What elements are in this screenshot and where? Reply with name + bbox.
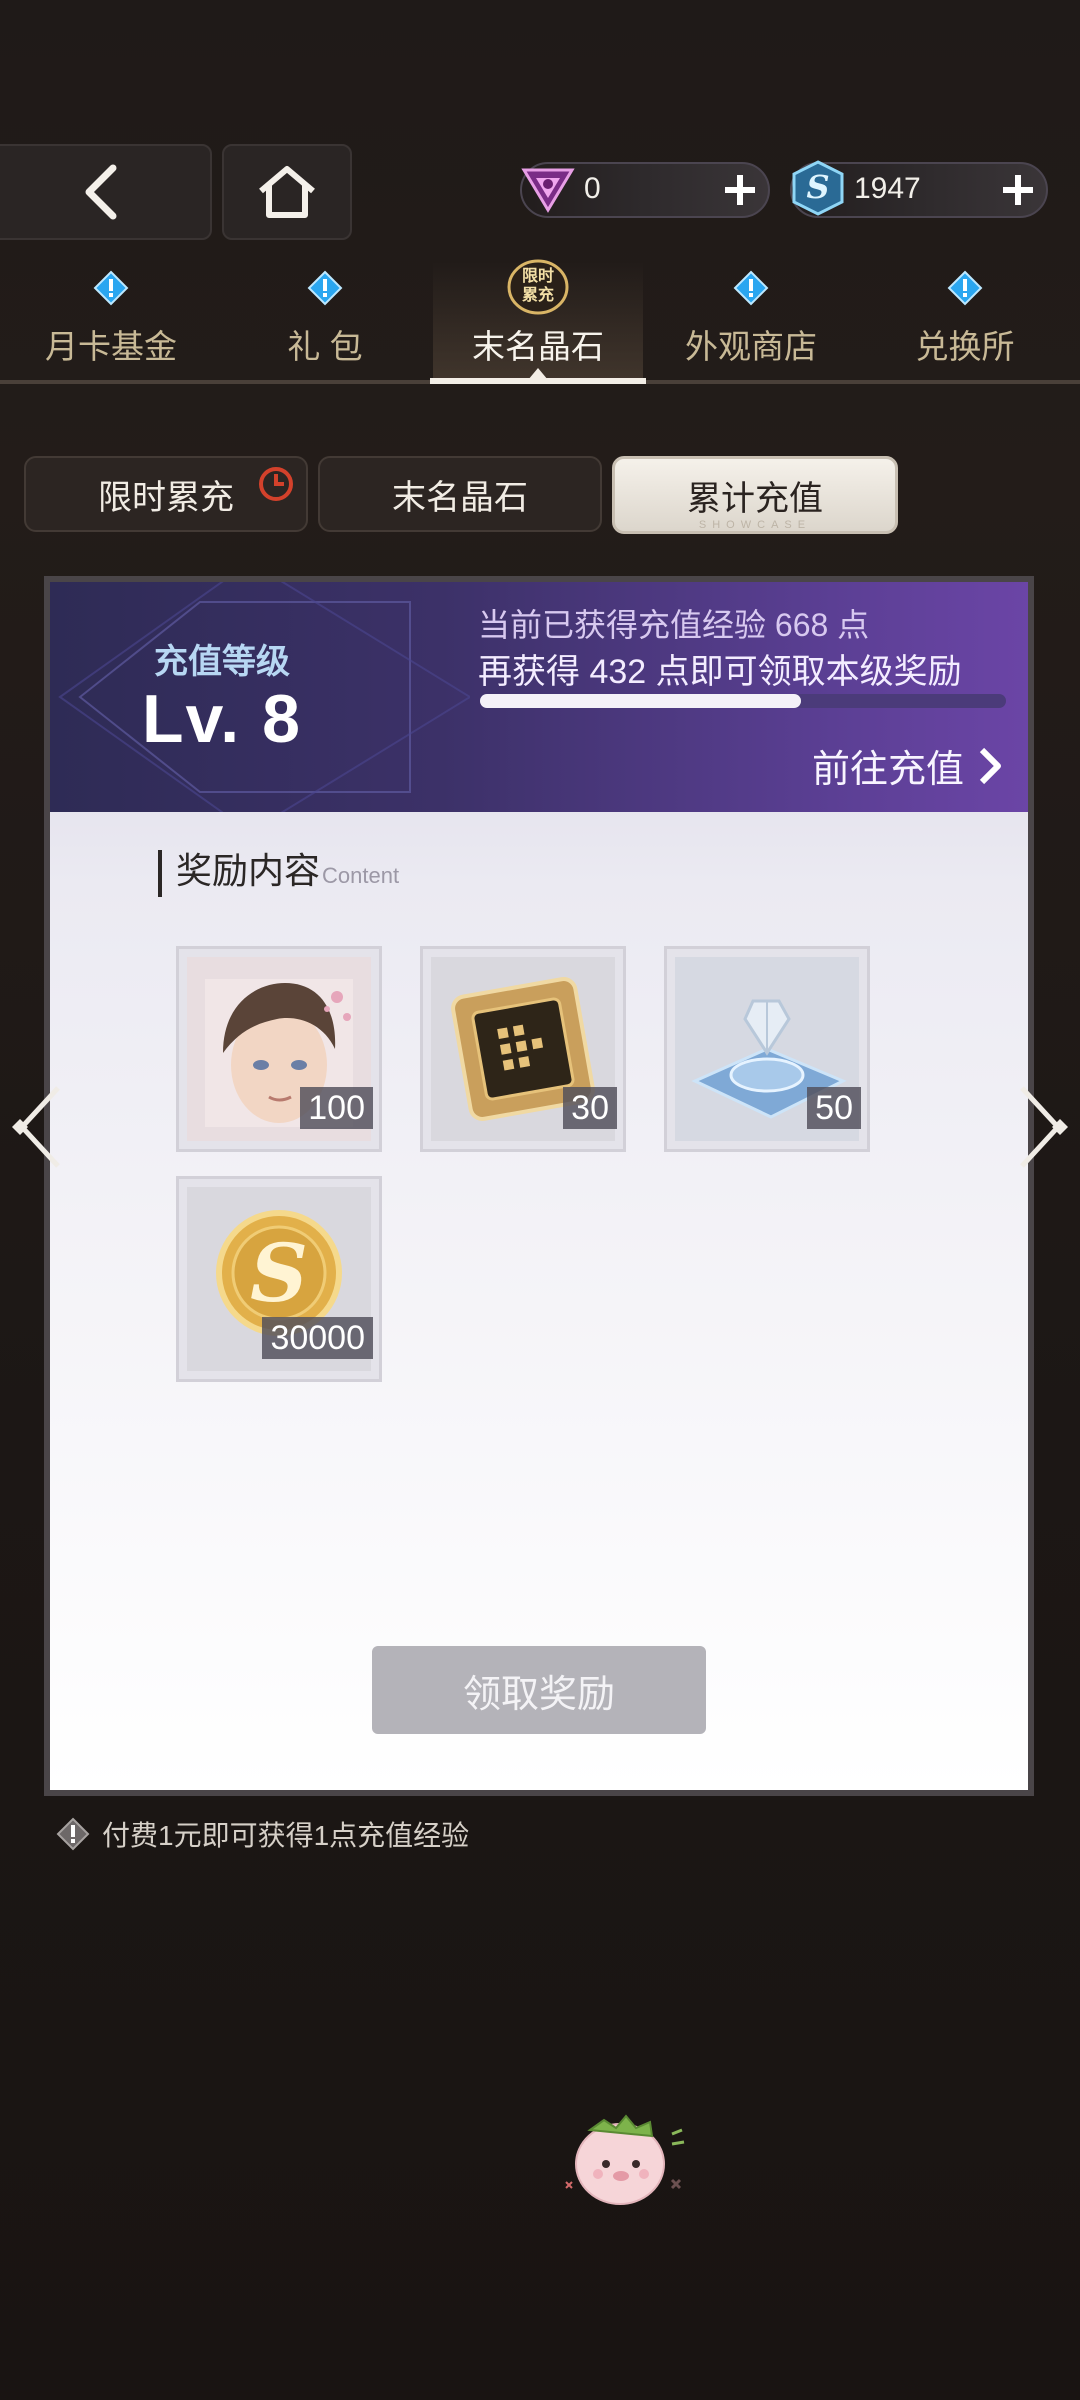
recharge-level-card: 充值等级 Lv. 8 当前已获得充值经验 668 点 再获得 432 点即可领取…	[44, 576, 1034, 1796]
current-exp-text: 当前已获得充值经验 668 点	[478, 607, 870, 643]
info-diamond-icon	[56, 1817, 90, 1851]
home-icon	[259, 166, 315, 218]
s-coin-count: 1947	[854, 172, 921, 205]
gem-count: 0	[584, 172, 601, 205]
strawberry-mascot-icon	[565, 2114, 685, 2205]
tab-exchange[interactable]: 兑换所	[860, 262, 1070, 382]
reward-item[interactable]: 100	[176, 946, 382, 1152]
main-nav-tabs: 月卡基金 礼 包 限时 累充 末名晶石 外观商店 兑换所	[0, 259, 1080, 382]
level-value: Lv. 8	[142, 681, 302, 757]
reward-item[interactable]: S 30000	[176, 1176, 382, 1382]
s-coin-icon: S	[786, 156, 850, 220]
reward-quantity: 30000	[262, 1317, 373, 1359]
active-tab-caret-icon	[528, 368, 548, 380]
tab-weiming-crystal[interactable]: 限时 累充 末名晶石	[433, 259, 643, 382]
alert-badge-icon	[93, 270, 129, 306]
recharge-info-note: 付费1元即可获得1点充值经验	[56, 1814, 469, 1854]
alert-badge-icon	[947, 270, 983, 306]
gem-currency: 0	[520, 162, 770, 218]
reward-quantity: 100	[300, 1087, 373, 1129]
reward-title: 奖励内容	[176, 850, 321, 891]
gem-icon	[516, 156, 580, 220]
home-button[interactable]	[222, 144, 352, 240]
tab-label: 外观商店	[685, 328, 817, 365]
svg-text:S: S	[250, 1226, 308, 1320]
subtab-label: 限时累充	[98, 478, 234, 517]
badge-line-1: 限时	[521, 268, 554, 285]
badge-line-2: 累充	[521, 287, 554, 304]
tab-gift-pack[interactable]: 礼 包	[220, 262, 430, 382]
add-gem-button[interactable]	[718, 168, 762, 212]
reward-quantity: 30	[563, 1087, 617, 1129]
timer-icon	[259, 467, 293, 501]
tab-label: 礼 包	[287, 328, 363, 365]
remaining-exp-text: 再获得 432 点即可领取本级奖励	[478, 653, 962, 691]
tab-label: 末名晶石	[472, 328, 604, 365]
back-button[interactable]	[0, 144, 212, 240]
alert-badge-icon	[733, 270, 769, 306]
plus-icon	[725, 175, 755, 205]
tab-label: 月卡基金	[45, 328, 177, 365]
exp-progress-fill	[480, 694, 801, 708]
alert-badge-icon	[307, 270, 343, 306]
next-level-arrow-icon[interactable]	[1012, 1082, 1072, 1172]
subtab-label: 累计充值	[687, 479, 823, 518]
chevron-right-icon	[979, 747, 1001, 784]
tab-appearance-shop[interactable]: 外观商店	[646, 262, 856, 382]
note-text: 付费1元即可获得1点充值经验	[102, 1820, 470, 1851]
s-coin-currency: S 1947	[790, 160, 1048, 218]
level-title: 充值等级	[154, 643, 290, 681]
subtab-weiming-crystal[interactable]: 末名晶石	[318, 456, 602, 532]
showcase-watermark: SHOWCASE	[698, 519, 812, 531]
go-recharge-button[interactable]: 前往充值	[812, 738, 1004, 793]
svg-text:S: S	[806, 168, 829, 206]
go-recharge-label: 前往充值	[811, 749, 964, 791]
add-s-coin-button[interactable]	[996, 168, 1040, 212]
level-banner: 充值等级 Lv. 8 当前已获得充值经验 668 点 再获得 432 点即可领取…	[50, 582, 1028, 812]
tab-label: 兑换所	[915, 328, 1015, 365]
reward-subtitle: Content	[322, 863, 400, 888]
exp-progress-bar	[480, 694, 1006, 708]
reward-item[interactable]: 50	[664, 946, 870, 1152]
back-arrow-icon	[85, 164, 117, 220]
reward-item[interactable]: 30	[420, 946, 626, 1152]
subtab-cumulative-recharge[interactable]: 累计充值 SHOWCASE	[612, 456, 898, 534]
subtab-label: 末名晶石	[392, 478, 528, 517]
claim-reward-button[interactable]: 领取奖励	[372, 1646, 706, 1734]
reward-heading: 奖励内容Content	[158, 850, 399, 897]
plus-icon	[1003, 175, 1033, 205]
limited-recharge-badge: 限时 累充	[506, 258, 570, 316]
tab-monthly-card[interactable]: 月卡基金	[6, 262, 216, 382]
previous-level-arrow-icon[interactable]	[8, 1082, 68, 1172]
reward-quantity: 50	[807, 1087, 861, 1129]
subtab-limited-recharge[interactable]: 限时累充	[24, 456, 308, 532]
